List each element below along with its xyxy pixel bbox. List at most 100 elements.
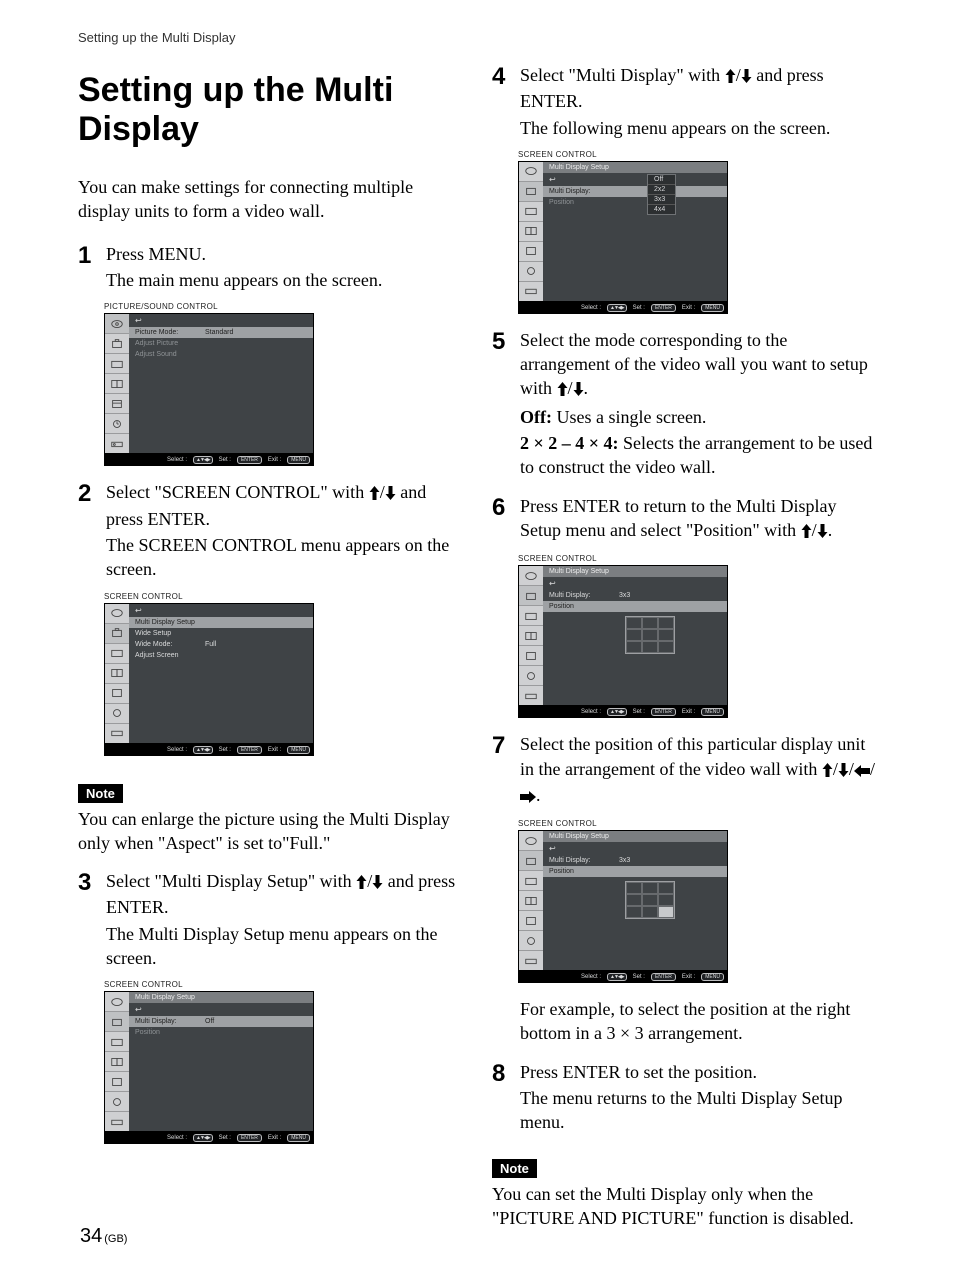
dropdown-option: 4x4 (648, 205, 675, 214)
osd-dropdown: Off 2x2 3x3 4x4 (647, 174, 676, 215)
step-number: 4 (492, 65, 520, 89)
osd-footer: Select :▲▼◀▶ Set :ENTER Exit :MENU (518, 302, 728, 314)
osd-tab-icon (519, 282, 543, 301)
right-column: 4 Select "Multi Display" with / and pres… (492, 63, 876, 1244)
osd-header: Multi Display Setup (543, 162, 727, 173)
osd-tab-icon (519, 262, 543, 282)
osd-title: PICTURE/SOUND CONTROL (104, 302, 314, 311)
osd-position-grid (543, 612, 727, 654)
osd-picture-sound: PICTURE/SOUND CONTROL Picture Mode:Stand… (104, 302, 314, 466)
step-number: 8 (492, 1062, 520, 1086)
osd-title: SCREEN CONTROL (518, 819, 728, 828)
osd-row: Position (129, 1027, 313, 1038)
arrow-down-icon (372, 871, 383, 895)
osd-tab-icon (105, 704, 129, 724)
osd-mds-dropdown: SCREEN CONTROL Multi Display Setup (518, 150, 728, 314)
osd-header: Multi Display Setup (543, 566, 727, 577)
step-text: . (828, 520, 833, 540)
osd-header: Multi Display Setup (543, 831, 727, 842)
osd-title: SCREEN CONTROL (518, 554, 728, 563)
osd-back-row (129, 314, 313, 327)
note-text: You can enlarge the picture using the Mu… (78, 807, 462, 856)
osd-tab-icon (105, 1052, 129, 1072)
step-number: 5 (492, 330, 520, 354)
step-2: 2 Select "SCREEN CONTROL" with / and pre… (78, 480, 462, 581)
step-5: 5 Select the mode corresponding to the a… (492, 328, 876, 480)
arrow-down-icon (385, 482, 396, 506)
intro-text: You can make settings for connecting mul… (78, 175, 462, 224)
osd-tab-icon (519, 686, 543, 705)
osd-title: SCREEN CONTROL (104, 980, 314, 989)
osd-tab-icon (105, 1072, 129, 1092)
step-text: Press ENTER to return to the Multi Displ… (520, 496, 836, 540)
osd-back-row (543, 842, 727, 855)
step-text: Press MENU. (106, 244, 206, 264)
step-number: 6 (492, 496, 520, 520)
osd-row: Position (543, 197, 727, 208)
osd-tab-icon (105, 644, 129, 664)
osd-row: Multi Display Setup (129, 617, 313, 628)
osd-footer: Select :▲▼◀▶ Set :ENTER Exit :MENU (104, 454, 314, 466)
osd-back-row (129, 604, 313, 617)
page-title: Setting up the Multi Display (78, 71, 462, 149)
dropdown-option: 3x3 (648, 195, 675, 205)
arrow-up-icon (801, 520, 812, 544)
step-number: 7 (492, 734, 520, 758)
arrow-down-icon (838, 759, 849, 783)
dropdown-option: 2x2 (648, 185, 675, 195)
osd-tab-icon (519, 242, 543, 262)
arrow-up-icon (822, 759, 833, 783)
osd-tab-icon (519, 646, 543, 666)
step-7: 7 Select the position of this particular… (492, 732, 876, 809)
example-text: For example, to select the position at t… (520, 997, 876, 1046)
osd-position-grid (543, 877, 727, 919)
osd-screen-control: SCREEN CONTROL Multi Display Setup (104, 592, 314, 756)
osd-tab-icon (519, 566, 543, 586)
osd-row: Multi Display: (543, 186, 727, 197)
arrow-up-icon (369, 482, 380, 506)
osd-tab-icon (519, 162, 543, 182)
arrow-up-icon (356, 871, 367, 895)
step-6: 6 Press ENTER to return to the Multi Dis… (492, 494, 876, 545)
osd-tab-icon (519, 606, 543, 626)
osd-header: Multi Display Setup (129, 992, 313, 1003)
step-4: 4 Select "Multi Display" with / and pres… (492, 63, 876, 140)
osd-row: Multi Display:3x3 (543, 855, 727, 866)
step-text: Select the position of this particular d… (520, 734, 865, 778)
off-text: Uses a single screen. (552, 407, 706, 427)
osd-tab-icon (519, 586, 543, 606)
osd-tab-icon (105, 414, 129, 434)
range-label: 2 × 2 – 4 × 4: (520, 433, 619, 453)
step-text: Press ENTER to set the position. (520, 1062, 757, 1082)
osd-tab-icon (105, 334, 129, 354)
step-text: . (536, 785, 541, 805)
step-text: Select "Multi Display Setup" with (106, 871, 356, 891)
osd-tab-icon (519, 626, 543, 646)
osd-tab-icon (519, 851, 543, 871)
osd-footer: Select :▲▼◀▶ Set :ENTER Exit :MENU (104, 744, 314, 756)
arrow-left-icon (854, 759, 870, 783)
step-number: 2 (78, 482, 106, 506)
step-8: 8 Press ENTER to set the position. The m… (492, 1060, 876, 1135)
osd-row: Wide Mode:Full (129, 639, 313, 650)
osd-row: Adjust Sound (129, 349, 313, 360)
left-column: Setting up the Multi Display You can mak… (78, 63, 462, 1244)
osd-tab-icon (105, 1012, 129, 1032)
step-after: The SCREEN CONTROL menu appears on the s… (106, 533, 462, 582)
step-after: The Multi Display Setup menu appears on … (106, 922, 462, 971)
off-label: Off: (520, 407, 552, 427)
step-3: 3 Select "Multi Display Setup" with / an… (78, 869, 462, 970)
step-after: The menu returns to the Multi Display Se… (520, 1086, 876, 1135)
osd-footer: Select :▲▼◀▶ Set :ENTER Exit :MENU (518, 971, 728, 983)
osd-tab-icon (105, 724, 129, 743)
note-text: You can set the Multi Display only when … (492, 1182, 876, 1231)
osd-tab-icon (105, 1112, 129, 1131)
osd-tab-icon (105, 314, 129, 334)
running-head: Setting up the Multi Display (78, 30, 876, 45)
arrow-down-icon (817, 520, 828, 544)
osd-tab-icon (519, 871, 543, 891)
osd-tab-icon (105, 624, 129, 644)
osd-tab-icon (105, 354, 129, 374)
osd-tab-icon (519, 911, 543, 931)
arrow-down-icon (573, 378, 584, 402)
